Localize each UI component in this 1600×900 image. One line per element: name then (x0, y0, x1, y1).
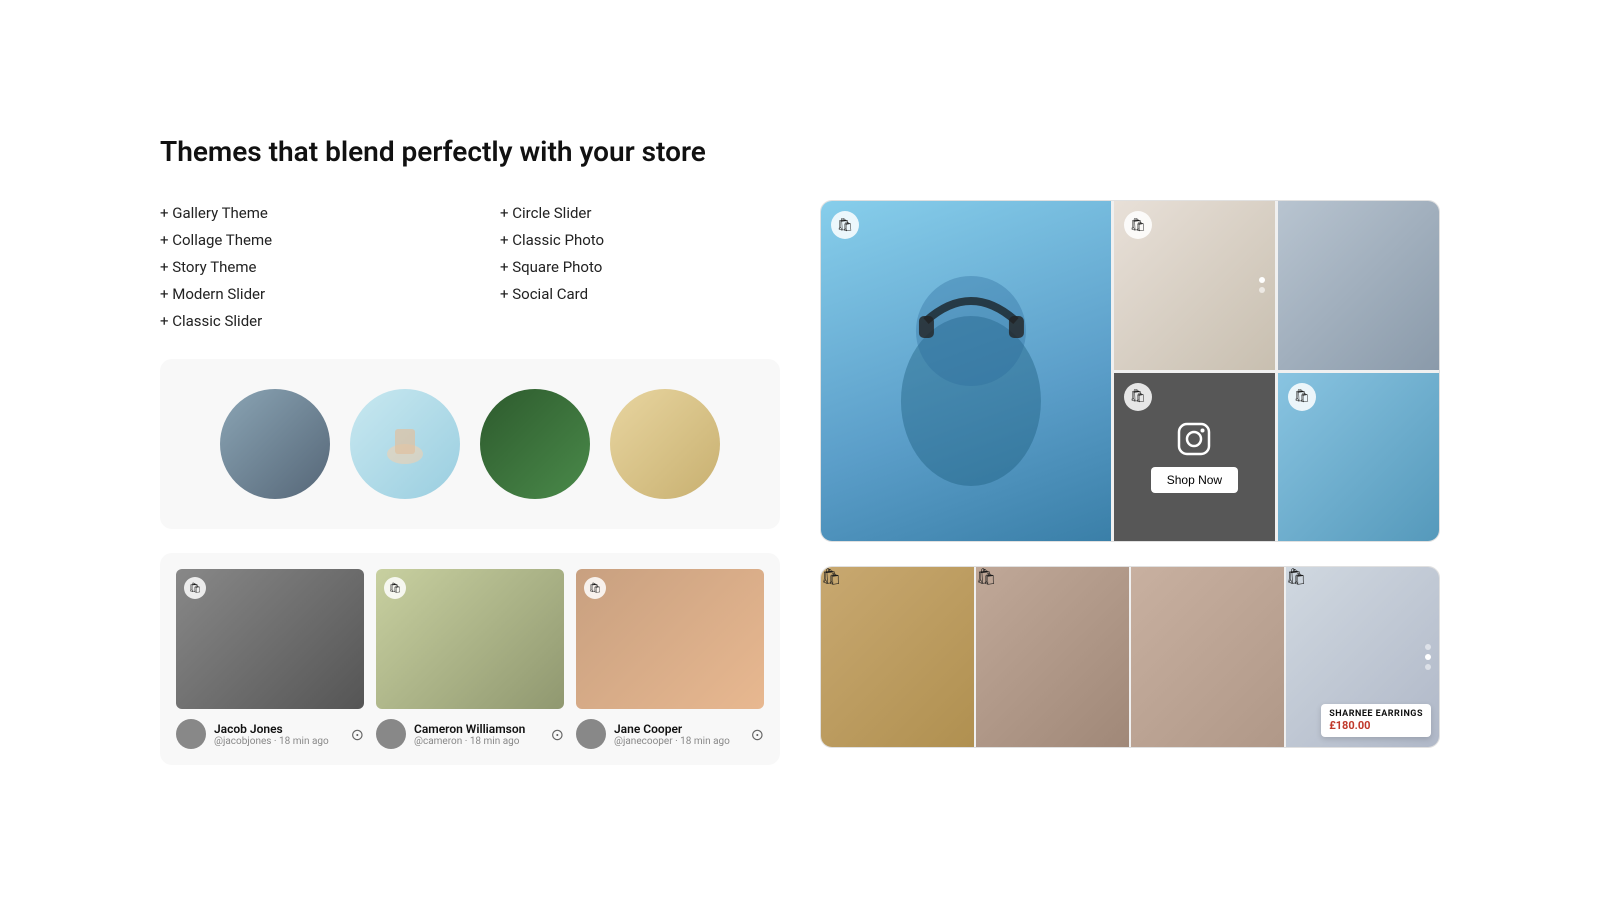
sq-dot-2 (1425, 654, 1431, 660)
social-post-3: 🛍 Jane Cooper @janecooper · 18 min ago ⊙ (576, 569, 764, 749)
theme-item-classic-slider: + Classic Slider (160, 308, 440, 335)
post-image-3: 🛍 (576, 569, 764, 709)
circle-3 (480, 389, 590, 499)
theme-item-square-photo: + Square Photo (500, 254, 780, 281)
sq-cart-2: 🛍 (976, 567, 1129, 586)
user-name-1: Jacob Jones (214, 722, 329, 736)
user-2: Cameron Williamson @cameron · 18 min ago (376, 719, 525, 749)
avatar-2 (376, 719, 406, 749)
gallery-cell-top-right (1278, 201, 1439, 370)
instagram-icon-2: ⊙ (551, 725, 564, 744)
circle-slider-card (160, 359, 780, 529)
shop-now-button[interactable]: Shop Now (1151, 467, 1238, 493)
gallery-main-cell: 🛍 (821, 201, 1111, 541)
gallery-cell-instagram: 🛍 Shop Now (1114, 373, 1275, 542)
instagram-icon-1: ⊙ (351, 725, 364, 744)
dot-nav-1 (1259, 277, 1265, 293)
sq-cell-1: 🛍 (821, 567, 974, 747)
user-name-2: Cameron Williamson (414, 722, 525, 736)
left-column: + Gallery Theme + Collage Theme + Story … (160, 200, 780, 765)
cart-badge-3: 🛍 (584, 577, 606, 599)
circle-1 (220, 389, 330, 499)
cart-badge-2: 🛍 (384, 577, 406, 599)
user-3: Jane Cooper @janecooper · 18 min ago (576, 719, 730, 749)
post-image-2: 🛍 (376, 569, 564, 709)
user-handle-1: @jacobjones · 18 min ago (214, 736, 329, 747)
theme-item-social-card: + Social Card (500, 281, 780, 308)
user-handle-3: @janecooper · 18 min ago (614, 736, 730, 747)
user-info-2: Cameron Williamson @cameron · 18 min ago (414, 722, 525, 747)
user-info-3: Jane Cooper @janecooper · 18 min ago (614, 722, 730, 747)
user-1: Jacob Jones @jacobjones · 18 min ago (176, 719, 329, 749)
right-column: 🛍 🛍 (820, 200, 1440, 765)
sq-dot-nav (1425, 644, 1431, 670)
theme-item-circle-slider: + Circle Slider (500, 200, 780, 227)
social-post-1: 🛍 Jacob Jones @jacobjones · 18 min ago ⊙ (176, 569, 364, 749)
social-card-preview: 🛍 Jacob Jones @jacobjones · 18 min ago ⊙ (160, 553, 780, 765)
gallery-cell-top-mid: 🛍 (1114, 201, 1275, 370)
circle-4 (610, 389, 720, 499)
themes-col2: + Circle Slider + Classic Photo + Square… (500, 200, 780, 335)
user-handle-2: @cameron · 18 min ago (414, 736, 525, 747)
avatar-1 (176, 719, 206, 749)
theme-item-classic-photo: + Classic Photo (500, 227, 780, 254)
sq-cart-1: 🛍 (821, 567, 974, 586)
user-info-1: Jacob Jones @jacobjones · 18 min ago (214, 722, 329, 747)
theme-item-gallery: + Gallery Theme (160, 200, 440, 227)
dot-1 (1259, 277, 1265, 283)
user-name-3: Jane Cooper (614, 722, 730, 736)
gallery-cart-icon-3: 🛍 (1124, 383, 1152, 411)
avatar-3 (576, 719, 606, 749)
social-post-2: 🛍 Cameron Williamson @cameron · 18 min a… (376, 569, 564, 749)
sq-cell-3 (1131, 567, 1284, 747)
instagram-logo (1176, 421, 1212, 457)
themes-col1: + Gallery Theme + Collage Theme + Story … (160, 200, 440, 335)
post-footer-1: Jacob Jones @jacobjones · 18 min ago ⊙ (176, 719, 364, 749)
sq-cell-2: 🛍 (976, 567, 1129, 747)
page-title: Themes that blend perfectly with your st… (160, 135, 1440, 168)
themes-list: + Gallery Theme + Collage Theme + Story … (160, 200, 780, 335)
page-wrapper: Themes that blend perfectly with your st… (80, 75, 1520, 825)
post-image-1: 🛍 (176, 569, 364, 709)
price-tag: SHARNEE EARRINGS £180.00 (1321, 704, 1431, 737)
gallery-theme-card: 🛍 🛍 (820, 200, 1440, 542)
sq-dot-3 (1425, 664, 1431, 670)
theme-item-story: + Story Theme (160, 254, 440, 281)
sq-cell-4: 🛍 SHARNEE EARRINGS £180.00 (1286, 567, 1439, 747)
cart-badge-1: 🛍 (184, 577, 206, 599)
post-footer-2: Cameron Williamson @cameron · 18 min ago… (376, 719, 564, 749)
sq-dot-1 (1425, 644, 1431, 650)
instagram-icon-3: ⊙ (751, 725, 764, 744)
product-name: SHARNEE EARRINGS (1329, 709, 1423, 719)
dot-2 (1259, 287, 1265, 293)
product-price: £180.00 (1329, 719, 1423, 732)
gallery-cell-bottom-right: 🛍 (1278, 373, 1439, 542)
theme-item-modern-slider: + Modern Slider (160, 281, 440, 308)
gallery-cart-icon-4: 🛍 (1288, 383, 1316, 411)
post-footer-3: Jane Cooper @janecooper · 18 min ago ⊙ (576, 719, 764, 749)
square-photo-card: 🛍 🛍 🛍 (820, 566, 1440, 748)
sq-cart-4: 🛍 (1286, 567, 1439, 586)
theme-item-collage: + Collage Theme (160, 227, 440, 254)
circle-2 (350, 389, 460, 499)
gallery-cart-icon-2: 🛍 (1124, 211, 1152, 239)
